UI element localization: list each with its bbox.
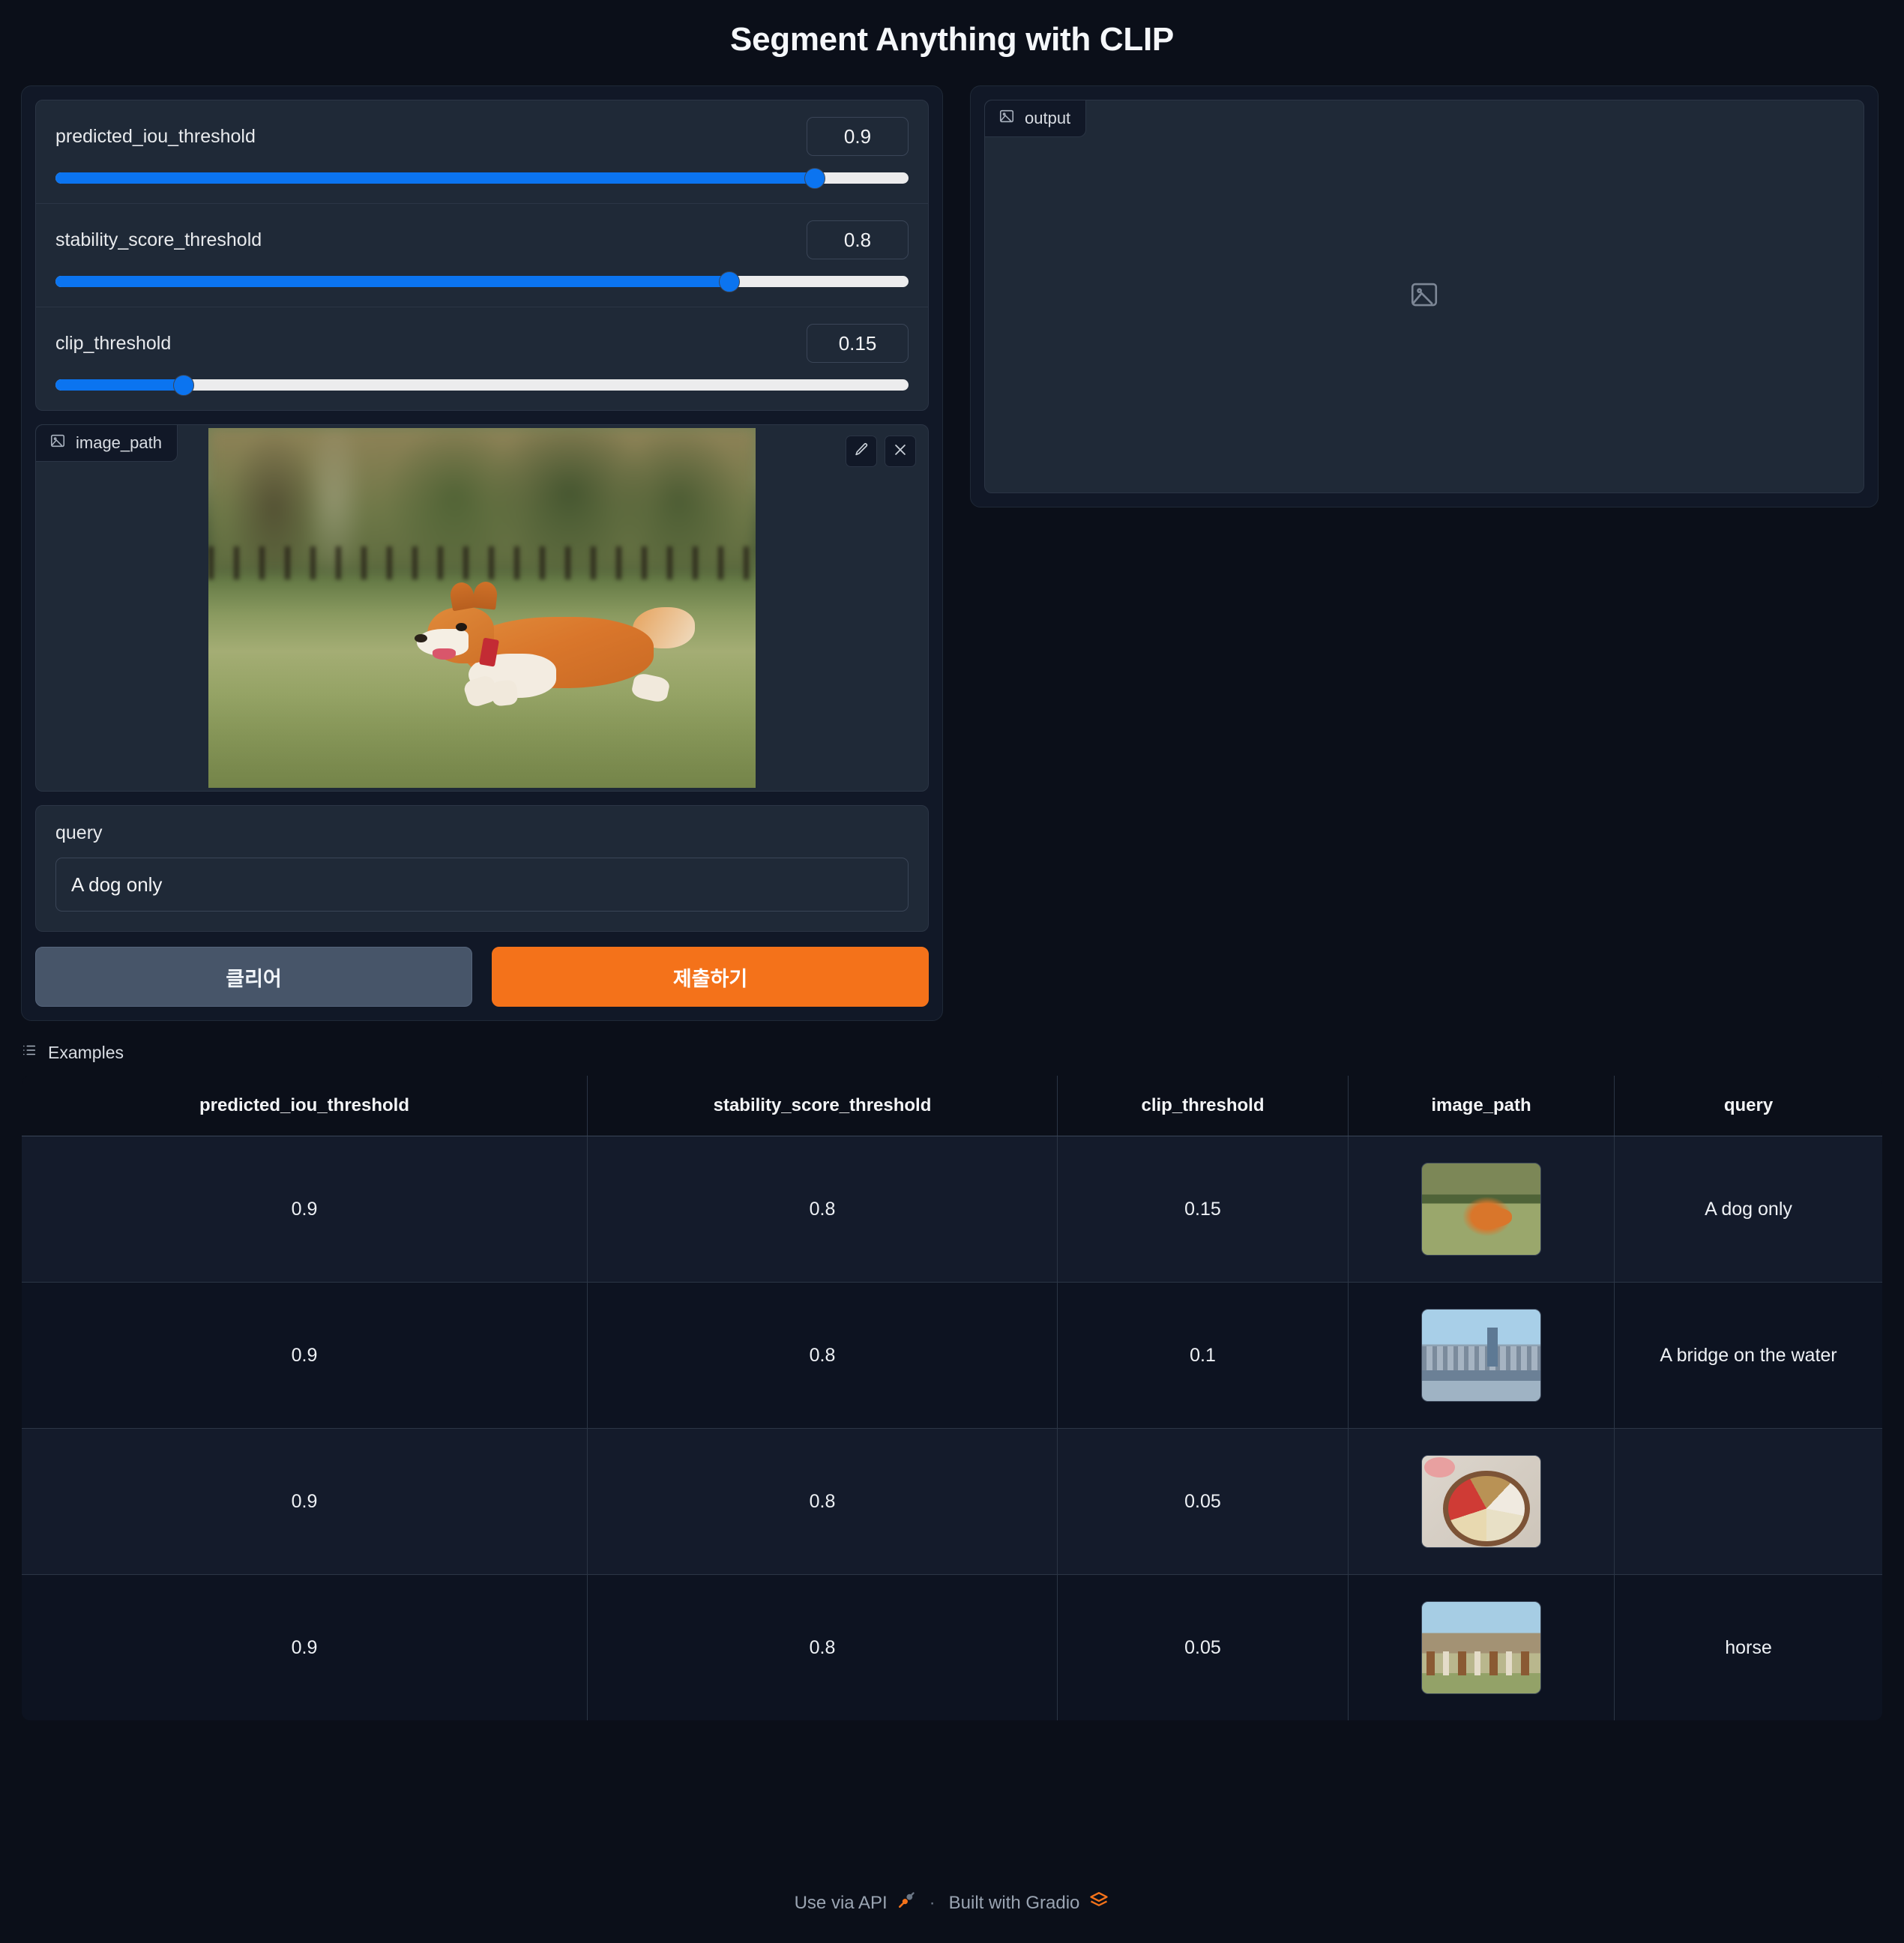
use-via-api-link[interactable]: Use via API [795, 1891, 916, 1915]
query-input[interactable]: A dog only [55, 858, 909, 912]
table-header-row: predicted_iou_threshold stability_score_… [22, 1076, 1883, 1136]
slider-fill [55, 379, 184, 391]
example-thumbnail-horses [1421, 1601, 1541, 1694]
slider-thumb[interactable] [173, 375, 194, 396]
slider-track[interactable] [55, 172, 909, 184]
image-action-buttons [846, 436, 916, 467]
output-column: output [970, 85, 1879, 507]
built-with-gradio-link[interactable]: Built with Gradio [949, 1890, 1110, 1916]
input-column: predicted_iou_threshold 0.9 stability_sc… [21, 85, 943, 1021]
slider-label: stability_score_threshold [55, 229, 262, 251]
output-chip: output [985, 100, 1086, 137]
cell-stability-score-threshold: 0.8 [588, 1136, 1058, 1283]
slider-thumb[interactable] [719, 271, 740, 292]
image-preview [36, 425, 928, 791]
cell-image-path [1349, 1429, 1615, 1575]
example-thumbnail-bowl [1421, 1455, 1541, 1548]
column-header-image-path[interactable]: image_path [1349, 1076, 1615, 1136]
output-label: output [1025, 109, 1070, 128]
slider-value-input[interactable]: 0.8 [807, 220, 909, 259]
image-icon [998, 108, 1015, 129]
column-header-query[interactable]: query [1615, 1076, 1883, 1136]
corgi-photo [208, 428, 756, 788]
example-thumbnail-dog [1421, 1163, 1541, 1256]
gradio-label: Built with Gradio [949, 1893, 1080, 1914]
cell-query: horse [1615, 1575, 1883, 1721]
query-component: query A dog only [35, 805, 929, 932]
footer-separator: · [930, 1893, 936, 1914]
cell-image-path [1349, 1575, 1615, 1721]
slider-fill [55, 276, 729, 287]
action-buttons: 클리어 제출하기 [35, 947, 929, 1007]
page-title: Segment Anything with CLIP [0, 0, 1904, 58]
cell-stability-score-threshold: 0.8 [588, 1575, 1058, 1721]
column-header-predicted-iou-threshold[interactable]: predicted_iou_threshold [22, 1076, 588, 1136]
cell-image-path [1349, 1283, 1615, 1429]
slider-group: predicted_iou_threshold 0.9 stability_sc… [35, 100, 929, 411]
slider-track[interactable] [55, 276, 909, 287]
image-icon [49, 433, 66, 454]
slider-fill [55, 172, 815, 184]
query-label: query [55, 822, 909, 844]
slider-value-input[interactable]: 0.15 [807, 324, 909, 363]
table-row[interactable]: 0.9 0.8 0.1 A bridge on the water [22, 1283, 1883, 1429]
cell-predicted-iou-threshold: 0.9 [22, 1136, 588, 1283]
cell-clip-threshold: 0.1 [1058, 1283, 1349, 1429]
cell-predicted-iou-threshold: 0.9 [22, 1575, 588, 1721]
cell-clip-threshold: 0.05 [1058, 1575, 1349, 1721]
plug-icon [897, 1891, 916, 1915]
footer: Use via API · Built with Gradio [0, 1890, 1904, 1916]
cell-image-path [1349, 1136, 1615, 1283]
examples-section: Examples predicted_iou_threshold stabili… [0, 1021, 1904, 1721]
table-row[interactable]: 0.9 0.8 0.05 horse [22, 1575, 1883, 1721]
table-row[interactable]: 0.9 0.8 0.15 A dog only [22, 1136, 1883, 1283]
cell-query: A dog only [1615, 1136, 1883, 1283]
examples-header: Examples [21, 1042, 1883, 1063]
slider-predicted-iou-threshold[interactable]: predicted_iou_threshold 0.9 [36, 100, 928, 204]
cell-query: A bridge on the water [1615, 1283, 1883, 1429]
table-row[interactable]: 0.9 0.8 0.05 [22, 1429, 1883, 1575]
close-icon [892, 442, 909, 462]
cell-clip-threshold: 0.15 [1058, 1136, 1349, 1283]
gradio-logo-icon [1088, 1890, 1109, 1916]
cell-stability-score-threshold: 0.8 [588, 1429, 1058, 1575]
slider-clip-threshold[interactable]: clip_threshold 0.15 [36, 307, 928, 410]
image-placeholder-icon [1409, 279, 1440, 314]
edit-image-button[interactable] [846, 436, 877, 467]
input-panel: predicted_iou_threshold 0.9 stability_sc… [21, 85, 943, 1021]
column-header-clip-threshold[interactable]: clip_threshold [1058, 1076, 1349, 1136]
slider-thumb[interactable] [804, 168, 825, 189]
image-input-component[interactable]: image_path [35, 424, 929, 792]
examples-table: predicted_iou_threshold stability_score_… [21, 1075, 1883, 1721]
example-thumbnail-bridge [1421, 1309, 1541, 1402]
clear-button[interactable]: 클리어 [35, 947, 472, 1007]
image-input-chip: image_path [36, 425, 178, 462]
cell-query [1615, 1429, 1883, 1575]
main-content: predicted_iou_threshold 0.9 stability_sc… [0, 58, 1904, 1021]
pencil-icon [853, 442, 870, 462]
cell-stability-score-threshold: 0.8 [588, 1283, 1058, 1429]
examples-title: Examples [48, 1043, 124, 1063]
output-empty-state [985, 100, 1864, 492]
clear-image-button[interactable] [885, 436, 916, 467]
slider-label: clip_threshold [55, 333, 171, 355]
api-label: Use via API [795, 1893, 888, 1914]
slider-stability-score-threshold[interactable]: stability_score_threshold 0.8 [36, 204, 928, 307]
output-panel-wrapper: output [970, 85, 1879, 507]
app-root: Segment Anything with CLIP predicted_iou… [0, 0, 1904, 1943]
slider-label: predicted_iou_threshold [55, 126, 256, 148]
cell-predicted-iou-threshold: 0.9 [22, 1283, 588, 1429]
slider-track[interactable] [55, 379, 909, 391]
list-icon [21, 1042, 37, 1063]
output-image-component[interactable]: output [984, 100, 1864, 493]
slider-value-input[interactable]: 0.9 [807, 117, 909, 156]
submit-button[interactable]: 제출하기 [492, 947, 929, 1007]
column-header-stability-score-threshold[interactable]: stability_score_threshold [588, 1076, 1058, 1136]
image-input-label: image_path [76, 433, 162, 453]
cell-predicted-iou-threshold: 0.9 [22, 1429, 588, 1575]
cell-clip-threshold: 0.05 [1058, 1429, 1349, 1575]
